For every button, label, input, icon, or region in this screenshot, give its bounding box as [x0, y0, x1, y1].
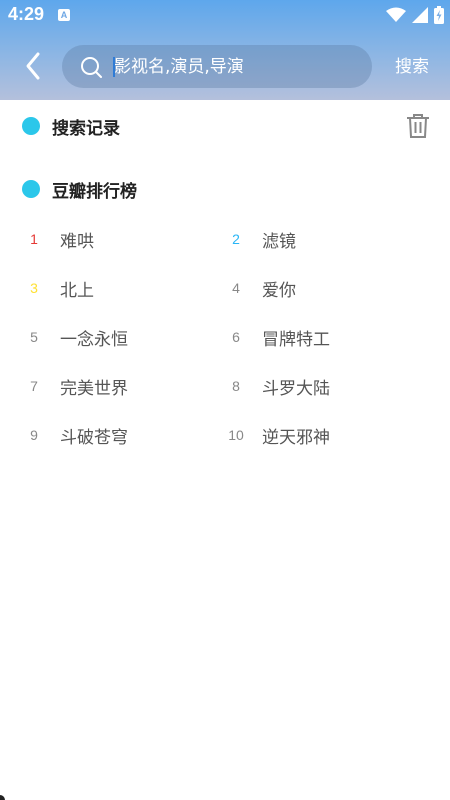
search-input[interactable] [114, 50, 354, 83]
rank-title: 难哄 [60, 231, 94, 252]
rank-number: 7 [30, 378, 38, 394]
notification-icon: A [58, 9, 70, 21]
ranking-item[interactable]: 7 完美世界 [24, 371, 128, 401]
rank-title: 冒牌特工 [262, 329, 330, 350]
rank-number: 3 [30, 280, 38, 296]
chevron-left-icon [26, 52, 40, 80]
section-dot [22, 117, 40, 135]
battery-icon [434, 6, 444, 24]
rank-title: 逆天邪神 [262, 427, 330, 448]
ranking-item[interactable]: 3 北上 [24, 273, 94, 303]
ranking-item[interactable]: 5 一念永恒 [24, 322, 128, 352]
rank-title: 斗罗大陆 [262, 378, 330, 399]
trash-icon[interactable] [406, 113, 430, 139]
search-history-title: 搜索记录 [52, 118, 120, 139]
status-bar: 4:29 A [0, 0, 450, 30]
rank-number: 4 [232, 280, 240, 296]
rank-title: 斗破苍穹 [60, 427, 128, 448]
ranking-item[interactable]: 4 爱你 [226, 273, 296, 303]
back-button[interactable] [18, 50, 50, 82]
rank-title: 滤镜 [262, 231, 296, 252]
cell-signal-icon [412, 7, 428, 23]
search-history-header: 搜索记录 [22, 111, 120, 141]
rank-number: 8 [232, 378, 240, 394]
search-box[interactable] [62, 45, 372, 88]
rank-title: 爱你 [262, 280, 296, 301]
corner-mark [0, 795, 5, 800]
ranking-item[interactable]: 10 逆天邪神 [226, 420, 330, 450]
status-icons [386, 6, 444, 24]
ranking-item[interactable]: 2 滤镜 [226, 224, 296, 254]
rank-number: 1 [30, 231, 38, 247]
wifi-icon [386, 7, 406, 22]
section-dot [22, 180, 40, 198]
rank-number: 9 [30, 427, 38, 443]
rank-title: 完美世界 [60, 378, 128, 399]
douban-ranking-title: 豆瓣排行榜 [52, 181, 137, 202]
ranking-item[interactable]: 1 难哄 [24, 224, 94, 254]
rank-number: 6 [232, 329, 240, 345]
douban-ranking-header: 豆瓣排行榜 [22, 174, 137, 204]
rank-title: 一念永恒 [60, 329, 128, 350]
search-icon [81, 57, 102, 78]
top-header: 4:29 A 搜索 [0, 0, 450, 100]
rank-title: 北上 [60, 280, 94, 301]
status-time: 4:29 [8, 4, 45, 24]
ranking-item[interactable]: 9 斗破苍穹 [24, 420, 128, 450]
text-cursor [113, 57, 115, 77]
ranking-item[interactable]: 8 斗罗大陆 [226, 371, 330, 401]
search-button[interactable]: 搜索 [388, 54, 436, 80]
rank-number: 5 [30, 329, 38, 345]
rank-number: 10 [228, 427, 244, 443]
ranking-item[interactable]: 6 冒牌特工 [226, 322, 330, 352]
rank-number: 2 [232, 231, 240, 247]
